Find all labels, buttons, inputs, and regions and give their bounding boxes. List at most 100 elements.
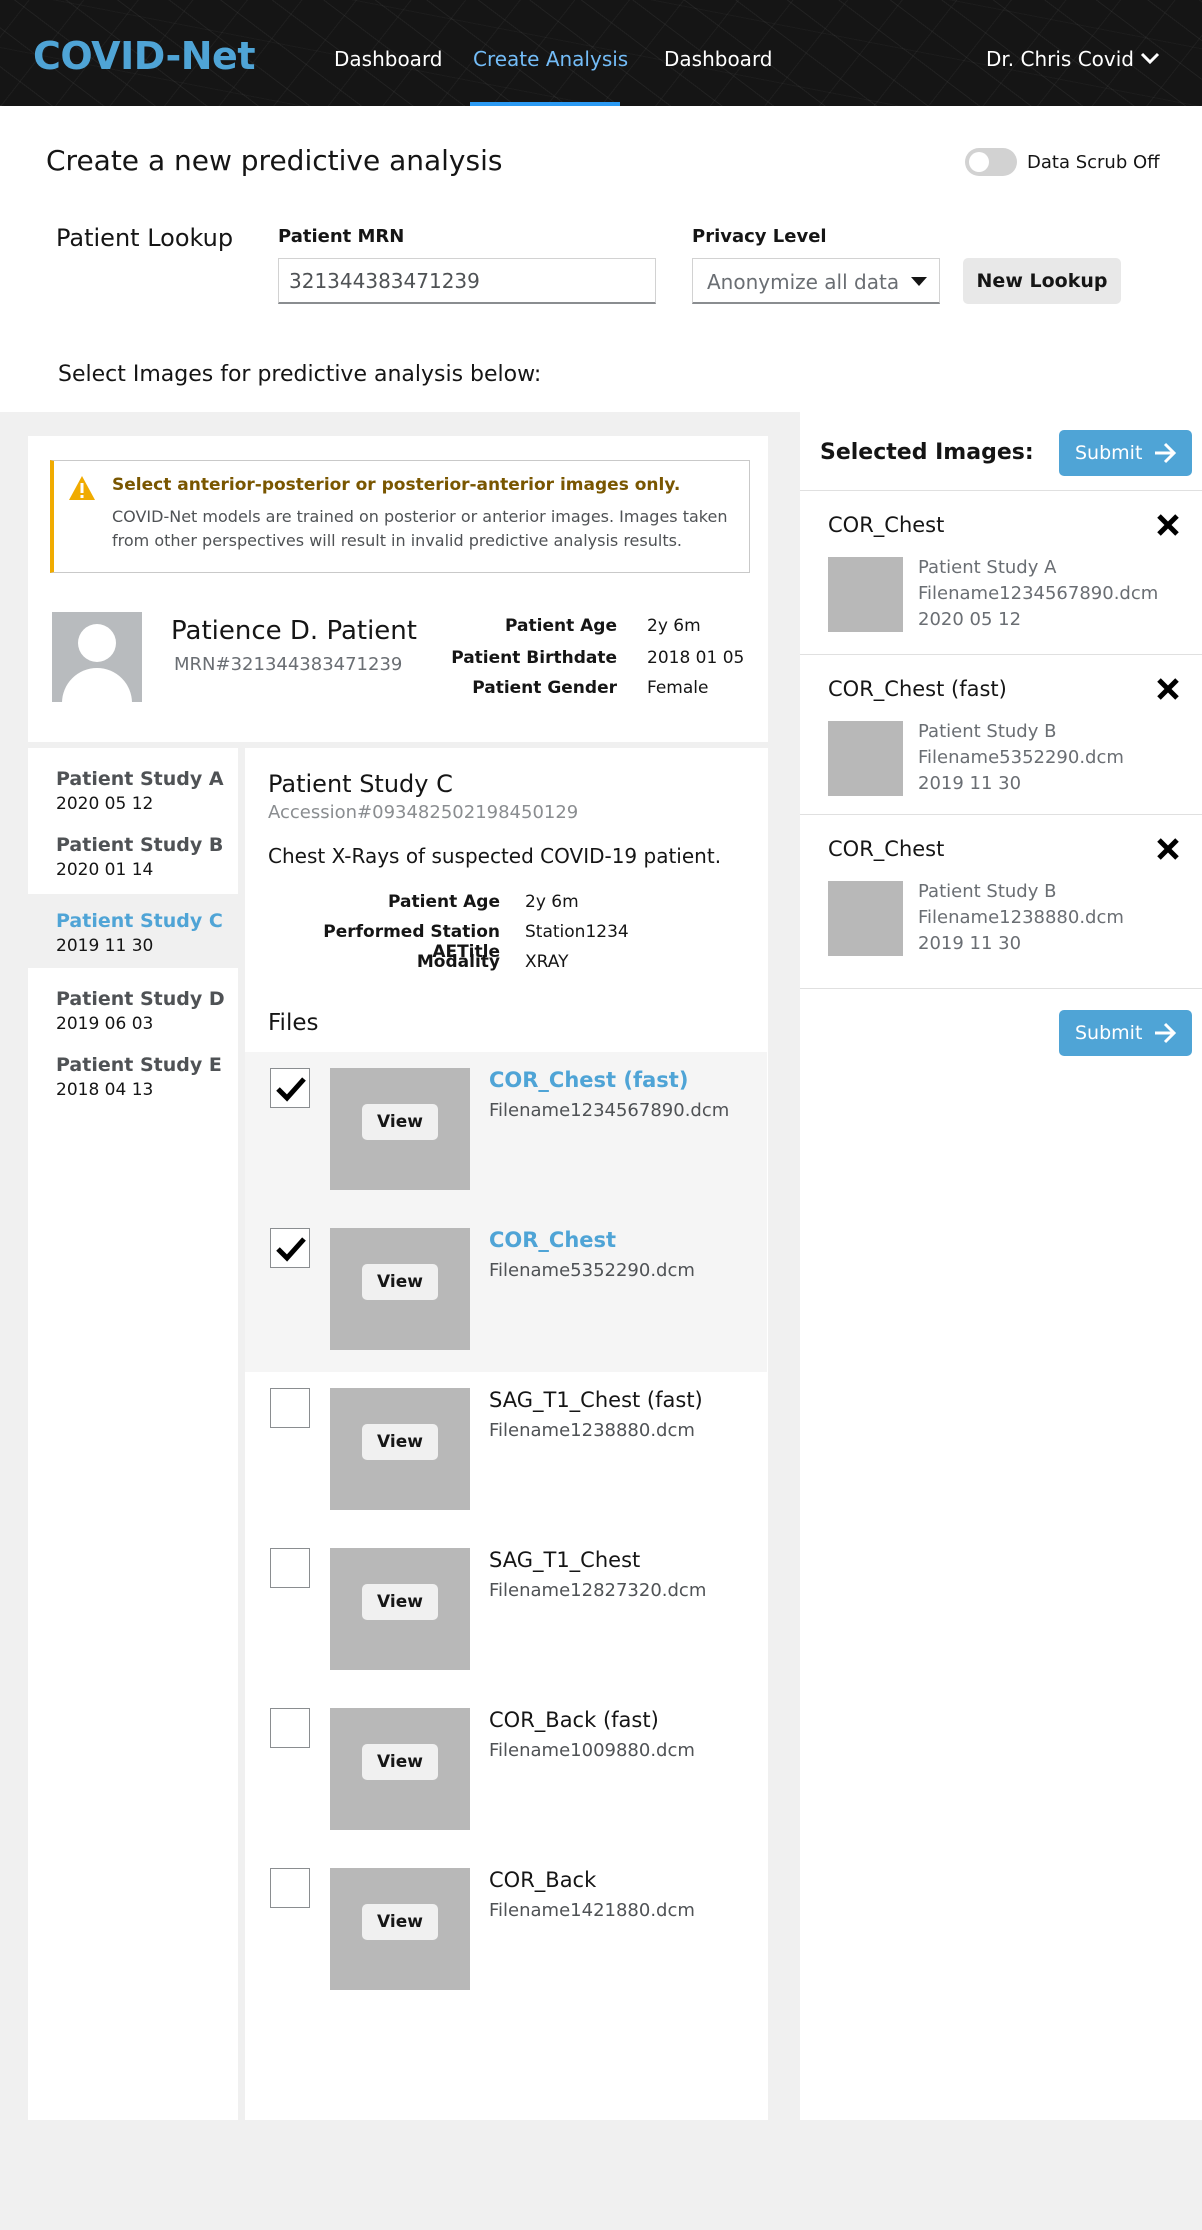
mrn-input[interactable] xyxy=(278,258,656,304)
study-date: 2020 05 12 xyxy=(56,794,154,814)
selected-image-name: COR_Chest xyxy=(828,837,945,861)
file-row[interactable]: View COR_Chest Filename5352290.dcm xyxy=(245,1212,767,1372)
file-thumbnail: View xyxy=(330,1868,470,1990)
file-checkbox[interactable] xyxy=(270,1068,310,1108)
nav-dashboard[interactable]: Dashboard xyxy=(334,47,443,71)
close-icon[interactable] xyxy=(1156,513,1180,537)
study-item-d[interactable]: Patient Study D 2019 06 03 xyxy=(28,980,238,1042)
study-item-c[interactable]: Patient Study C 2019 11 30 xyxy=(28,894,238,968)
view-button[interactable]: View xyxy=(362,1104,438,1140)
new-lookup-button[interactable]: New Lookup xyxy=(963,258,1121,304)
file-filename: Filename12827320.dcm xyxy=(489,1580,707,1601)
file-name: COR_Chest (fast) xyxy=(489,1068,689,1092)
checkmark-icon xyxy=(276,1077,306,1102)
patient-age-value: 2y 6m xyxy=(647,616,701,636)
warning-alert: Select anterior-posterior or posterior-a… xyxy=(50,460,750,573)
file-row[interactable]: View COR_Chest (fast) Filename1234567890… xyxy=(245,1052,767,1212)
data-scrub-label: Data Scrub Off xyxy=(1027,152,1160,173)
privacy-label: Privacy Level xyxy=(692,226,827,247)
selected-images-title: Selected Images: xyxy=(820,440,1034,465)
study-accession: Accession#093482502198450129 xyxy=(268,802,579,823)
nav-create-analysis[interactable]: Create Analysis xyxy=(473,47,628,71)
nav-dashboard-2[interactable]: Dashboard xyxy=(664,47,773,71)
top-navbar: COVID-Net Dashboard Create Analysis Dash… xyxy=(0,0,1202,106)
caret-down-icon xyxy=(911,277,927,286)
selected-image-study: Patient Study B xyxy=(918,721,1057,742)
close-icon[interactable] xyxy=(1156,677,1180,701)
patient-avatar xyxy=(52,612,142,702)
file-row[interactable]: View SAG_T1_Chest (fast) Filename1238880… xyxy=(245,1372,767,1532)
data-scrub-toggle[interactable] xyxy=(965,148,1017,176)
patient-age-label: Patient Age xyxy=(505,616,617,636)
study-age-label: Patient Age xyxy=(388,892,500,912)
toggle-knob xyxy=(969,152,989,172)
selected-image-study: Patient Study B xyxy=(918,881,1057,902)
file-name: COR_Back (fast) xyxy=(489,1708,659,1732)
file-thumbnail: View xyxy=(330,1388,470,1510)
view-button[interactable]: View xyxy=(362,1744,438,1780)
station-value: Station1234 xyxy=(525,922,629,942)
study-description: Chest X-Rays of suspected COVID-19 patie… xyxy=(268,844,722,868)
file-checkbox[interactable] xyxy=(270,1868,310,1908)
study-item-e[interactable]: Patient Study E 2018 04 13 xyxy=(28,1046,238,1108)
file-thumbnail: View xyxy=(330,1068,470,1190)
study-name: Patient Study B xyxy=(56,834,224,856)
file-checkbox[interactable] xyxy=(270,1388,310,1428)
submit-label: Submit xyxy=(1075,1022,1143,1044)
selected-image-filename: Filename5352290.dcm xyxy=(918,747,1124,768)
modality-label: Modality xyxy=(416,952,500,972)
view-button[interactable]: View xyxy=(362,1424,438,1460)
view-button[interactable]: View xyxy=(362,1264,438,1300)
privacy-level-value: Anonymize all data xyxy=(707,270,900,294)
file-name: COR_Chest xyxy=(489,1228,617,1252)
selected-image-name: COR_Chest xyxy=(828,513,945,537)
view-button[interactable]: View xyxy=(362,1584,438,1620)
file-filename: Filename1238880.dcm xyxy=(489,1420,695,1441)
submit-button-top[interactable]: Submit xyxy=(1059,430,1192,476)
privacy-level-select[interactable]: Anonymize all data xyxy=(692,258,940,304)
selected-image-date: 2019 11 30 xyxy=(918,933,1022,954)
selected-image-filename: Filename1234567890.dcm xyxy=(918,583,1159,604)
avatar-head xyxy=(78,624,116,662)
alert-body: COVID-Net models are trained on posterio… xyxy=(112,507,728,550)
submit-button-bottom[interactable]: Submit xyxy=(1059,1010,1192,1056)
selected-image-date: 2020 05 12 xyxy=(918,609,1022,630)
file-checkbox[interactable] xyxy=(270,1228,310,1268)
file-checkbox[interactable] xyxy=(270,1708,310,1748)
file-name: SAG_T1_Chest (fast) xyxy=(489,1388,703,1412)
study-item-a[interactable]: Patient Study A 2020 05 12 xyxy=(28,760,238,822)
arrow-right-icon xyxy=(1155,1022,1177,1044)
mrn-label: Patient MRN xyxy=(278,226,405,247)
chevron-down-icon[interactable] xyxy=(1140,48,1160,68)
files-heading: Files xyxy=(268,1010,319,1036)
file-row[interactable]: View COR_Back (fast) Filename1009880.dcm xyxy=(245,1692,767,1852)
app-logo[interactable]: COVID-Net xyxy=(33,34,255,78)
select-instructions: Select Images for predictive analysis be… xyxy=(58,362,542,387)
patient-birthdate-value: 2018 01 05 xyxy=(647,648,745,668)
warning-icon xyxy=(69,476,95,500)
user-menu[interactable]: Dr. Chris Covid xyxy=(986,47,1134,71)
selected-image-study: Patient Study A xyxy=(918,557,1057,578)
study-name: Patient Study D xyxy=(56,988,225,1010)
file-row[interactable]: View COR_Back Filename1421880.dcm xyxy=(245,1852,767,2012)
selected-image-filename: Filename1238880.dcm xyxy=(918,907,1124,928)
page-title: Create a new predictive analysis xyxy=(46,144,503,177)
selected-image-date: 2019 11 30 xyxy=(918,773,1022,794)
file-row[interactable]: View SAG_T1_Chest Filename12827320.dcm xyxy=(245,1532,767,1692)
close-icon[interactable] xyxy=(1156,837,1180,861)
study-item-b[interactable]: Patient Study B 2020 01 14 xyxy=(28,826,238,892)
selected-image-thumbnail xyxy=(828,881,903,956)
checkmark-icon xyxy=(276,1237,306,1262)
file-thumbnail: View xyxy=(330,1708,470,1830)
study-date: 2019 06 03 xyxy=(56,1014,154,1034)
study-name: Patient Study A xyxy=(56,768,224,790)
file-filename: Filename1421880.dcm xyxy=(489,1900,695,1921)
patient-gender-label: Patient Gender xyxy=(472,678,617,698)
file-filename: Filename1234567890.dcm xyxy=(489,1100,730,1121)
selected-image-thumbnail xyxy=(828,721,903,796)
patient-gender-value: Female xyxy=(647,678,709,698)
selected-image-card: COR_Chest Patient Study A Filename123456… xyxy=(800,490,1202,654)
file-checkbox[interactable] xyxy=(270,1548,310,1588)
view-button[interactable]: View xyxy=(362,1904,438,1940)
selected-image-name: COR_Chest (fast) xyxy=(828,677,1007,701)
